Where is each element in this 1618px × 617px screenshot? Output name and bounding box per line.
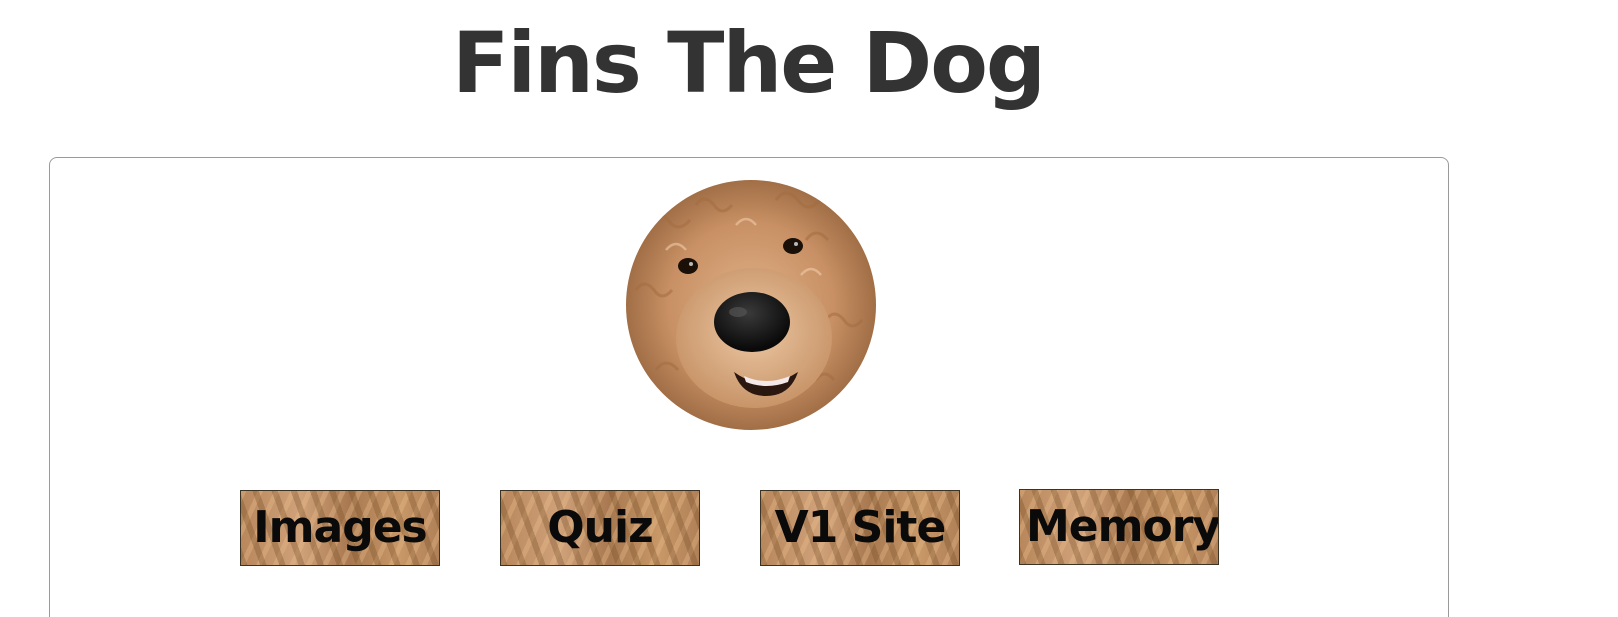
v1-site-button[interactable]: V1 Site	[760, 490, 960, 566]
page-title: Fins The Dog	[451, 14, 1046, 112]
main-card: Images Quiz V1 Site Memory	[49, 157, 1449, 617]
dog-face-icon	[626, 180, 876, 430]
page: Fins The Dog Images Quiz V1 Site Memory	[0, 0, 1618, 617]
quiz-button[interactable]: Quiz	[500, 490, 700, 566]
memory-button[interactable]: Memory	[1019, 489, 1219, 565]
dog-avatar-image	[626, 180, 876, 430]
images-button[interactable]: Images	[240, 490, 440, 566]
